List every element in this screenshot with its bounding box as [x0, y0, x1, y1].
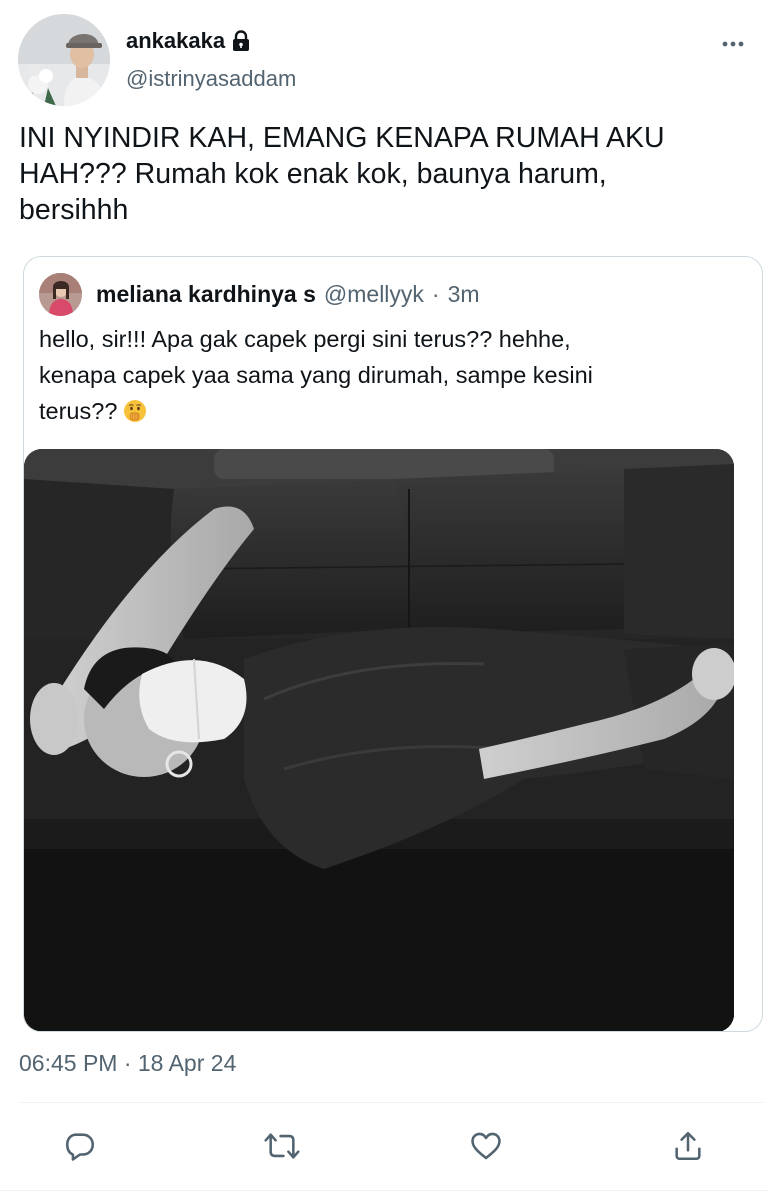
quoted-separator: ·	[431, 281, 440, 307]
heart-icon	[471, 1132, 501, 1160]
retweet-button[interactable]	[262, 1126, 302, 1166]
tweet-text: INI NYINDIR KAH, EMANG KENAPA RUMAH AKU …	[19, 122, 665, 226]
author-avatar-image	[18, 14, 110, 106]
reply-icon	[65, 1133, 95, 1161]
share-button[interactable]	[668, 1126, 708, 1166]
retweet-icon	[264, 1133, 300, 1159]
quoted-tweet-photo[interactable]	[24, 449, 734, 1031]
divider	[19, 1102, 764, 1103]
lock-icon	[231, 30, 251, 52]
reply-button[interactable]	[60, 1126, 100, 1166]
quoted-tweet-header: meliana kardhinya s @mellyyk · 3m	[96, 281, 480, 308]
author-handle[interactable]: @istrinyasaddam	[126, 66, 296, 92]
quoted-time[interactable]: 3m	[448, 281, 480, 308]
author-avatar[interactable]	[18, 14, 110, 106]
quoted-tweet-card[interactable]: meliana kardhinya s @mellyyk · 3m hello,…	[23, 256, 763, 1032]
quoted-author-avatar[interactable]	[39, 273, 82, 316]
more-options-icon[interactable]	[718, 32, 748, 56]
share-icon	[675, 1131, 701, 1161]
quoted-tweet-text: hello, sir!!! Apa gak capek pergi sini t…	[39, 321, 739, 429]
author-name-text: ankakaka	[126, 28, 226, 53]
like-button[interactable]	[466, 1126, 506, 1166]
quoted-text-content: hello, sir!!! Apa gak capek pergi sini t…	[39, 326, 593, 424]
bottom-divider	[0, 1190, 769, 1191]
quoted-handle[interactable]: @mellyyk	[324, 281, 424, 308]
shushing-face-emoji-icon	[123, 397, 147, 422]
quoted-avatar-image	[39, 273, 82, 316]
quoted-display-name[interactable]: meliana kardhinya s	[96, 281, 316, 308]
tweet-timestamp[interactable]: 06:45 PM · 18 Apr 24	[19, 1050, 236, 1077]
sofa-photo-image	[24, 449, 734, 1031]
author-display-name[interactable]: ankakaka	[126, 28, 251, 54]
